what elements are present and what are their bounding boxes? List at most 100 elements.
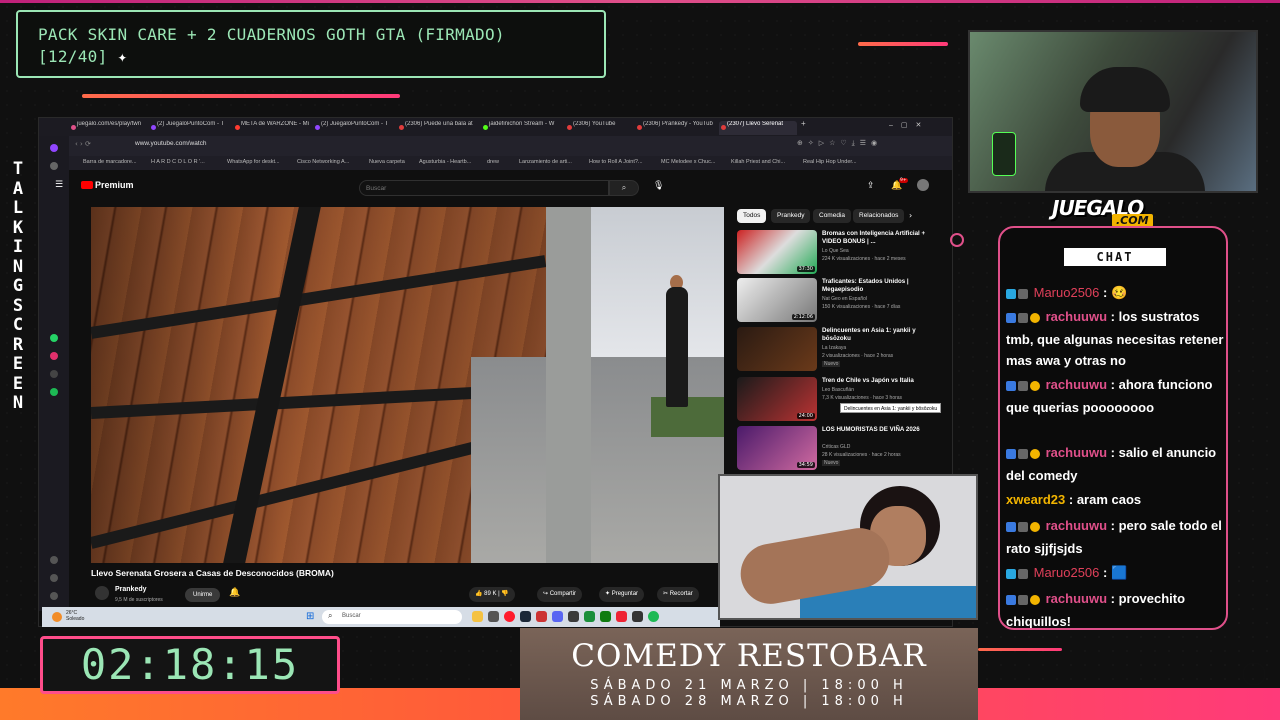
tab-favicon-icon — [637, 125, 642, 130]
app-icon[interactable] — [488, 611, 499, 622]
bookmark-item[interactable]: Killah Priest and Chi... — [731, 159, 785, 165]
browser-tab[interactable]: META de WARZONE - Mi — [233, 121, 311, 135]
bookmark-item[interactable]: Lanzamiento de arti... — [519, 159, 572, 165]
chat-username[interactable]: Maruo2506 — [1034, 285, 1100, 300]
share-button[interactable]: ↪ Compartir — [537, 587, 583, 602]
browser-tab[interactable]: jaidefinichon Stream - W — [481, 121, 563, 135]
chip-comedia[interactable]: Comedia — [813, 209, 852, 223]
browser-toolbar-icons[interactable]: ⊕✧▷☆♡⤓☰◉ — [797, 139, 882, 148]
rec-thumbnail: 34:59 — [737, 426, 817, 470]
chat-username[interactable]: xweard23 — [1006, 492, 1065, 507]
bookmark-item[interactable]: H A R D C O L O R '... — [151, 159, 205, 165]
bookmark-item[interactable]: Agusturbia - Heartb... — [419, 159, 471, 165]
browser-tab[interactable]: (2306) Prankedy - YouTub — [635, 121, 717, 135]
clip-button[interactable]: ✂ Recortar — [657, 587, 699, 602]
chat-username[interactable]: Maruo2506 — [1034, 565, 1100, 580]
instagram-icon[interactable] — [50, 352, 58, 360]
home-icon[interactable] — [50, 162, 58, 170]
chat-username[interactable]: rachuuwu — [1046, 518, 1107, 533]
obs-icon[interactable] — [568, 611, 579, 622]
more-icon[interactable] — [50, 592, 58, 600]
bookmark-item[interactable]: MC Melodee x Chuc... — [661, 159, 715, 165]
heart-icon[interactable] — [50, 556, 58, 564]
search-icon[interactable]: ⌕ — [609, 180, 639, 196]
bookmark-item[interactable]: Real Hip Hop Under... — [803, 159, 857, 165]
channel-name[interactable]: Prankedy — [115, 586, 147, 593]
join-button[interactable]: Unirme — [185, 588, 221, 602]
menu-icon[interactable]: ☰ — [55, 180, 63, 190]
bell-icon[interactable]: 🔔 — [229, 588, 240, 598]
recommendation-item[interactable]: 24:00 Tren de Chile vs Japón vs Italia L… — [737, 377, 947, 423]
tab-favicon-icon — [315, 125, 320, 130]
browser-tab[interactable]: juegalo.com/es/play/twn — [69, 121, 147, 135]
youtube-logo[interactable]: Premium — [79, 180, 134, 190]
youtube-search-input[interactable]: Buscar — [359, 180, 609, 196]
taskbar-search[interactable]: Buscar — [322, 610, 462, 624]
whatsapp-icon[interactable] — [50, 334, 58, 342]
browser-tab[interactable]: (2) JuegaloPuntoCom - T — [149, 121, 231, 135]
steam-icon[interactable] — [520, 611, 531, 622]
start-icon[interactable]: ⊞ — [306, 611, 314, 622]
address-bar[interactable]: ‹ › ⟳ www.youtube.com/watch ⊕✧▷☆♡⤓☰◉ — [39, 136, 952, 156]
twitch-icon[interactable] — [50, 144, 58, 152]
chat-message: xweard23 : aram caos — [1006, 492, 1142, 507]
guest-webcam — [718, 474, 978, 620]
xbox-icon[interactable] — [600, 611, 611, 622]
browser-tab[interactable]: (2306) YouTube — [565, 121, 631, 135]
avatar[interactable] — [917, 179, 929, 191]
chat-message: rachuuwu : ahora funciono que querias po… — [1006, 377, 1213, 415]
recommendation-item[interactable]: Delincuentes en Asia 1: yankii y bōsōzok… — [737, 327, 947, 373]
chat-username[interactable]: rachuuwu — [1046, 591, 1107, 606]
recommendation-item[interactable]: 37:30 Bromas con Inteligencia Artificial… — [737, 230, 947, 276]
video-player[interactable] — [91, 207, 724, 563]
bookmark-item[interactable]: WhatsApp for deskt... — [227, 159, 280, 165]
url-text[interactable]: www.youtube.com/watch — [135, 140, 207, 147]
recommendation-item[interactable]: 2:12:06 Traficantes: Estados Unidos | Me… — [737, 278, 947, 324]
chevron-right-icon[interactable]: › — [909, 211, 912, 220]
bookmark-item[interactable]: Cisco Networking A... — [297, 159, 349, 165]
bookmark-item[interactable]: Nueva carpeta — [369, 159, 405, 165]
mic-icon[interactable]: 🎙 — [653, 181, 664, 191]
chat-text: aram caos — [1076, 492, 1142, 507]
spotify-icon[interactable] — [648, 611, 659, 622]
recommendation-item[interactable]: 34:59 LOS HUMORISTAS DE VIÑA 2026 Critic… — [737, 426, 947, 472]
browser-tab[interactable]: (2306) Puede una bala at — [397, 121, 479, 135]
bookmark-item[interactable]: Barra de marcadore... — [83, 159, 137, 165]
weather-widget[interactable]: 26°C Soleado — [66, 610, 84, 622]
chip-prankedy[interactable]: Prankedy — [771, 209, 811, 223]
xbox-icon[interactable] — [584, 611, 595, 622]
app-icon[interactable] — [616, 611, 627, 622]
badge-icon — [1030, 595, 1040, 605]
folder-icon[interactable] — [472, 611, 483, 622]
chip-relacionados[interactable]: Relacionados — [853, 209, 905, 223]
browser-tab-active[interactable]: (2307) Llevo Serenat — [719, 121, 797, 135]
window-controls[interactable]: –▢✕ — [889, 121, 949, 135]
ask-button[interactable]: ✦ Preguntar — [599, 587, 645, 602]
discord-icon[interactable] — [552, 611, 563, 622]
app-icon[interactable] — [536, 611, 547, 622]
notification-badge: 9+ — [899, 178, 908, 183]
chat-header: CHAT — [1064, 248, 1166, 266]
chat-username[interactable]: rachuuwu — [1046, 377, 1107, 392]
new-tab-icon[interactable]: + — [799, 119, 811, 133]
upload-icon[interactable]: ⇪ — [867, 181, 875, 191]
like-button[interactable]: 👍 89 K | 👎 — [469, 587, 515, 602]
bookmark-item[interactable]: How to Roll A Joint?... — [589, 159, 643, 165]
bookmark-item[interactable]: drew — [487, 159, 499, 165]
app-icon[interactable] — [632, 611, 643, 622]
chip-all[interactable]: Todos — [737, 209, 767, 223]
channel-avatar[interactable] — [95, 586, 109, 600]
tiktok-icon[interactable] — [50, 370, 58, 378]
browser-tab[interactable]: (2) JuegaloPuntoCom - T — [313, 121, 395, 135]
opera-icon[interactable] — [504, 611, 515, 622]
chat-username[interactable]: rachuuwu — [1046, 309, 1107, 324]
chat-username[interactable]: rachuuwu — [1046, 445, 1107, 460]
spotify-icon[interactable] — [50, 388, 58, 396]
sparkle-icon: ✦ — [117, 47, 128, 66]
nav-arrows-icon[interactable]: ‹ › ⟳ — [75, 140, 91, 148]
tooltip: Delincuentes en Asia 1: yankii y bōsōzok… — [840, 403, 942, 413]
history-icon[interactable] — [50, 574, 58, 582]
decor-circle — [950, 233, 964, 247]
rec-title: Tren de Chile vs Japón vs Italia — [822, 377, 914, 384]
streamer-webcam — [968, 30, 1258, 193]
